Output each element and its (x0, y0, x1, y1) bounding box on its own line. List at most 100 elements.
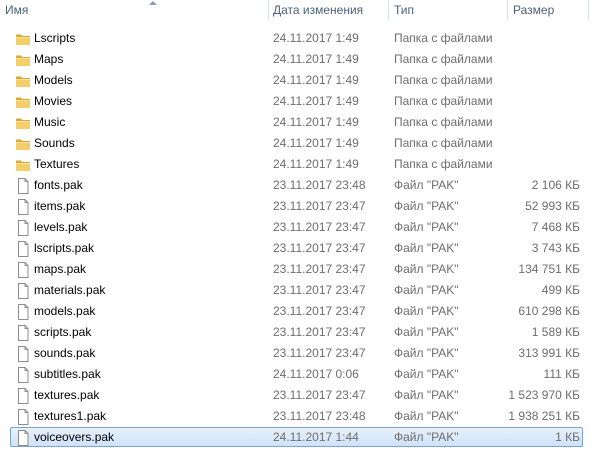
item-name: levels.pak (34, 220, 88, 234)
item-date: 23.11.2017 23:47 (273, 220, 366, 234)
item-type: Файл "PAK" (394, 220, 459, 234)
item-type: Файл "PAK" (394, 241, 459, 255)
item-date: 23.11.2017 23:47 (273, 346, 366, 360)
item-name: lscripts.pak (34, 241, 95, 255)
list-item[interactable]: Textures 24.11.2017 1:49 Папка с файлами (0, 154, 603, 175)
column-header-name[interactable]: Имя (0, 0, 268, 21)
item-name: Textures (34, 157, 80, 171)
item-type: Папка с файлами (394, 31, 493, 45)
list-item[interactable]: scripts.pak 23.11.2017 23:47 Файл "PAK" 1 5… (0, 322, 603, 343)
item-type: Файл "PAK" (394, 199, 459, 213)
item-type: Файл "PAK" (394, 178, 459, 192)
item-name: items.pak (34, 199, 86, 213)
list-item[interactable]: Lscripts 24.11.2017 1:49 Папка с файлами (0, 28, 603, 49)
item-date: 24.11.2017 1:49 (273, 52, 359, 66)
folder-icon (15, 115, 31, 131)
column-divider[interactable] (588, 0, 589, 21)
list-item[interactable]: Sounds 24.11.2017 1:49 Папка с файлами (0, 133, 603, 154)
item-date: 23.11.2017 23:47 (273, 388, 366, 402)
list-item[interactable]: fonts.pak 23.11.2017 23:48 Файл "PAK" 2 106… (0, 175, 603, 196)
item-type: Файл "PAK" (394, 409, 459, 423)
item-date: 24.11.2017 1:49 (273, 115, 359, 129)
list-item[interactable]: textures1.pak 23.11.2017 23:48 Файл "PAK" 1… (0, 406, 603, 427)
list-item[interactable]: Movies 24.11.2017 1:49 Папка с файлами (0, 91, 603, 112)
item-name: sounds.pak (34, 346, 96, 360)
item-date: 23.11.2017 23:47 (273, 262, 366, 276)
item-date: 23.11.2017 23:47 (273, 283, 366, 297)
list-item[interactable]: models.pak 23.11.2017 23:47 Файл "PAK" 610 … (0, 301, 603, 322)
list-item[interactable]: items.pak 23.11.2017 23:47 Файл "PAK" 52 99… (0, 196, 603, 217)
item-type: Папка с файлами (394, 52, 493, 66)
item-date: 24.11.2017 0:06 (273, 367, 359, 381)
column-header-size[interactable]: Размер (508, 0, 588, 21)
item-type: Папка с файлами (394, 136, 493, 150)
item-type: Файл "PAK" (394, 325, 459, 339)
item-date: 24.11.2017 1:49 (273, 31, 359, 45)
item-size: 313 991 КБ (518, 346, 580, 360)
item-name: models.pak (34, 304, 96, 318)
item-date: 24.11.2017 1:49 (273, 157, 359, 171)
item-name: subtitles.pak (34, 367, 101, 381)
item-name: voiceovers.pak (34, 430, 115, 444)
item-type: Файл "PAK" (394, 304, 459, 318)
item-date: 23.11.2017 23:47 (273, 325, 366, 339)
item-size: 1 938 251 КБ (508, 409, 580, 423)
item-type: Файл "PAK" (394, 367, 459, 381)
folder-icon (15, 94, 31, 110)
item-name: textures1.pak (34, 409, 107, 423)
file-icon (15, 199, 31, 215)
item-type: Файл "PAK" (394, 346, 459, 360)
list-item[interactable]: maps.pak 23.11.2017 23:47 Файл "PAK" 134 75… (0, 259, 603, 280)
item-size: 52 993 КБ (525, 199, 580, 213)
list-item[interactable]: lscripts.pak 23.11.2017 23:47 Файл "PAK" 3 … (0, 238, 603, 259)
item-date: 24.11.2017 1:49 (273, 94, 359, 108)
item-name: materials.pak (34, 283, 106, 297)
list-item[interactable]: Maps 24.11.2017 1:49 Папка с файлами (0, 49, 603, 70)
item-date: 24.11.2017 1:44 (273, 430, 359, 444)
item-date: 23.11.2017 23:48 (273, 409, 366, 423)
list-item[interactable]: textures.pak 23.11.2017 23:47 Файл "PAK" 1 … (0, 385, 603, 406)
file-icon (15, 325, 31, 341)
column-header-date[interactable]: Дата изменения (268, 0, 388, 21)
file-icon (15, 430, 31, 446)
folder-icon (15, 157, 31, 173)
file-icon (15, 178, 31, 194)
folder-icon (15, 31, 31, 47)
list-item[interactable]: materials.pak 23.11.2017 23:47 Файл "PAK" 4… (0, 280, 603, 301)
item-type: Папка с файлами (394, 94, 493, 108)
file-icon (15, 367, 31, 383)
list-item[interactable]: sounds.pak 23.11.2017 23:47 Файл "PAK" 313 … (0, 343, 603, 364)
item-type: Файл "PAK" (394, 430, 459, 444)
list-item[interactable]: subtitles.pak 24.11.2017 0:06 Файл "PAK" 11… (0, 364, 603, 385)
item-size: 1 589 КБ (531, 325, 580, 339)
item-type: Файл "PAK" (394, 388, 459, 402)
item-date: 24.11.2017 1:49 (273, 136, 359, 150)
item-type: Папка с файлами (394, 157, 493, 171)
item-name: Models (34, 73, 73, 87)
item-name: Sounds (34, 136, 75, 150)
item-size: 610 298 КБ (518, 304, 580, 318)
file-icon (15, 241, 31, 257)
item-type: Папка с файлами (394, 115, 493, 129)
item-size: 7 468 КБ (531, 220, 580, 234)
column-header-type[interactable]: Тип (389, 0, 507, 21)
item-date: 23.11.2017 23:48 (273, 178, 366, 192)
list-item[interactable]: Models 24.11.2017 1:49 Папка с файлами (0, 70, 603, 91)
item-size: 1 523 970 КБ (508, 388, 580, 402)
item-size: 3 743 КБ (531, 241, 580, 255)
file-icon (15, 262, 31, 278)
list-item[interactable]: Music 24.11.2017 1:49 Папка с файлами (0, 112, 603, 133)
item-name: Lscripts (34, 31, 76, 45)
list-item[interactable]: voiceovers.pak 24.11.2017 1:44 Файл "PAK" 1… (0, 427, 603, 448)
item-type: Папка с файлами (394, 73, 493, 87)
list-item[interactable]: levels.pak 23.11.2017 23:47 Файл "PAK" 7 46… (0, 217, 603, 238)
file-icon (15, 283, 31, 299)
folder-icon (15, 73, 31, 89)
item-name: Movies (34, 94, 73, 108)
file-icon (15, 409, 31, 425)
item-name: textures.pak (34, 388, 100, 402)
item-name: scripts.pak (34, 325, 92, 339)
column-header: Имя Дата изменения Тип Размер (0, 0, 603, 21)
item-date: 23.11.2017 23:47 (273, 304, 366, 318)
item-type: Файл "PAK" (394, 262, 459, 276)
